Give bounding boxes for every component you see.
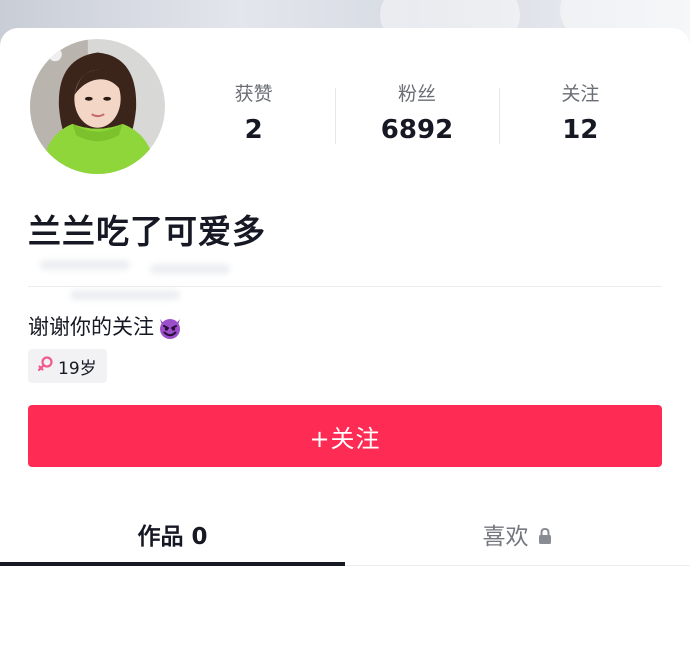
divider xyxy=(28,286,662,287)
stat-following[interactable]: 关注 12 xyxy=(498,80,662,150)
age-tag: 19岁 xyxy=(28,349,107,383)
tab-likes[interactable]: 喜欢 xyxy=(345,500,690,568)
stat-value: 6892 xyxy=(380,115,454,145)
stat-label: 粉丝 xyxy=(397,83,436,105)
stats-bar: 获赞 2 粉丝 6892 关注 12 xyxy=(172,80,662,150)
stat-likes[interactable]: 获赞 2 xyxy=(172,80,335,150)
profile-card: 获赞 2 粉丝 6892 关注 12 兰兰吃了可爱多 谢谢你的关注 19岁 +关… xyxy=(0,28,690,668)
devil-smile-icon xyxy=(156,313,184,341)
stat-label: 关注 xyxy=(561,83,600,105)
tabs-divider xyxy=(345,565,690,566)
age-text: 19岁 xyxy=(58,358,97,379)
tab-label: 作品 0 xyxy=(137,524,208,550)
stat-value: 12 xyxy=(562,115,599,145)
stat-value: 2 xyxy=(244,115,263,145)
avatar[interactable] xyxy=(26,35,169,178)
follow-button[interactable]: +关注 xyxy=(28,405,662,467)
tab-label: 喜欢 xyxy=(482,524,529,550)
stat-label: 获赞 xyxy=(234,83,273,105)
tab-works[interactable]: 作品 0 xyxy=(0,500,345,568)
active-tab-indicator xyxy=(0,562,345,566)
content-tabs: 作品 0 喜欢 xyxy=(0,500,690,568)
bio-text: 谢谢你的关注 xyxy=(28,315,154,339)
female-icon xyxy=(36,355,54,377)
lock-icon xyxy=(537,525,553,544)
blurred-detail xyxy=(70,290,180,300)
blurred-detail xyxy=(40,260,130,270)
bio: 谢谢你的关注 xyxy=(28,311,184,343)
stat-followers[interactable]: 粉丝 6892 xyxy=(335,80,498,150)
nickname: 兰兰吃了可爱多 xyxy=(28,212,266,251)
blurred-detail xyxy=(150,264,230,274)
avatar-image xyxy=(30,39,165,174)
